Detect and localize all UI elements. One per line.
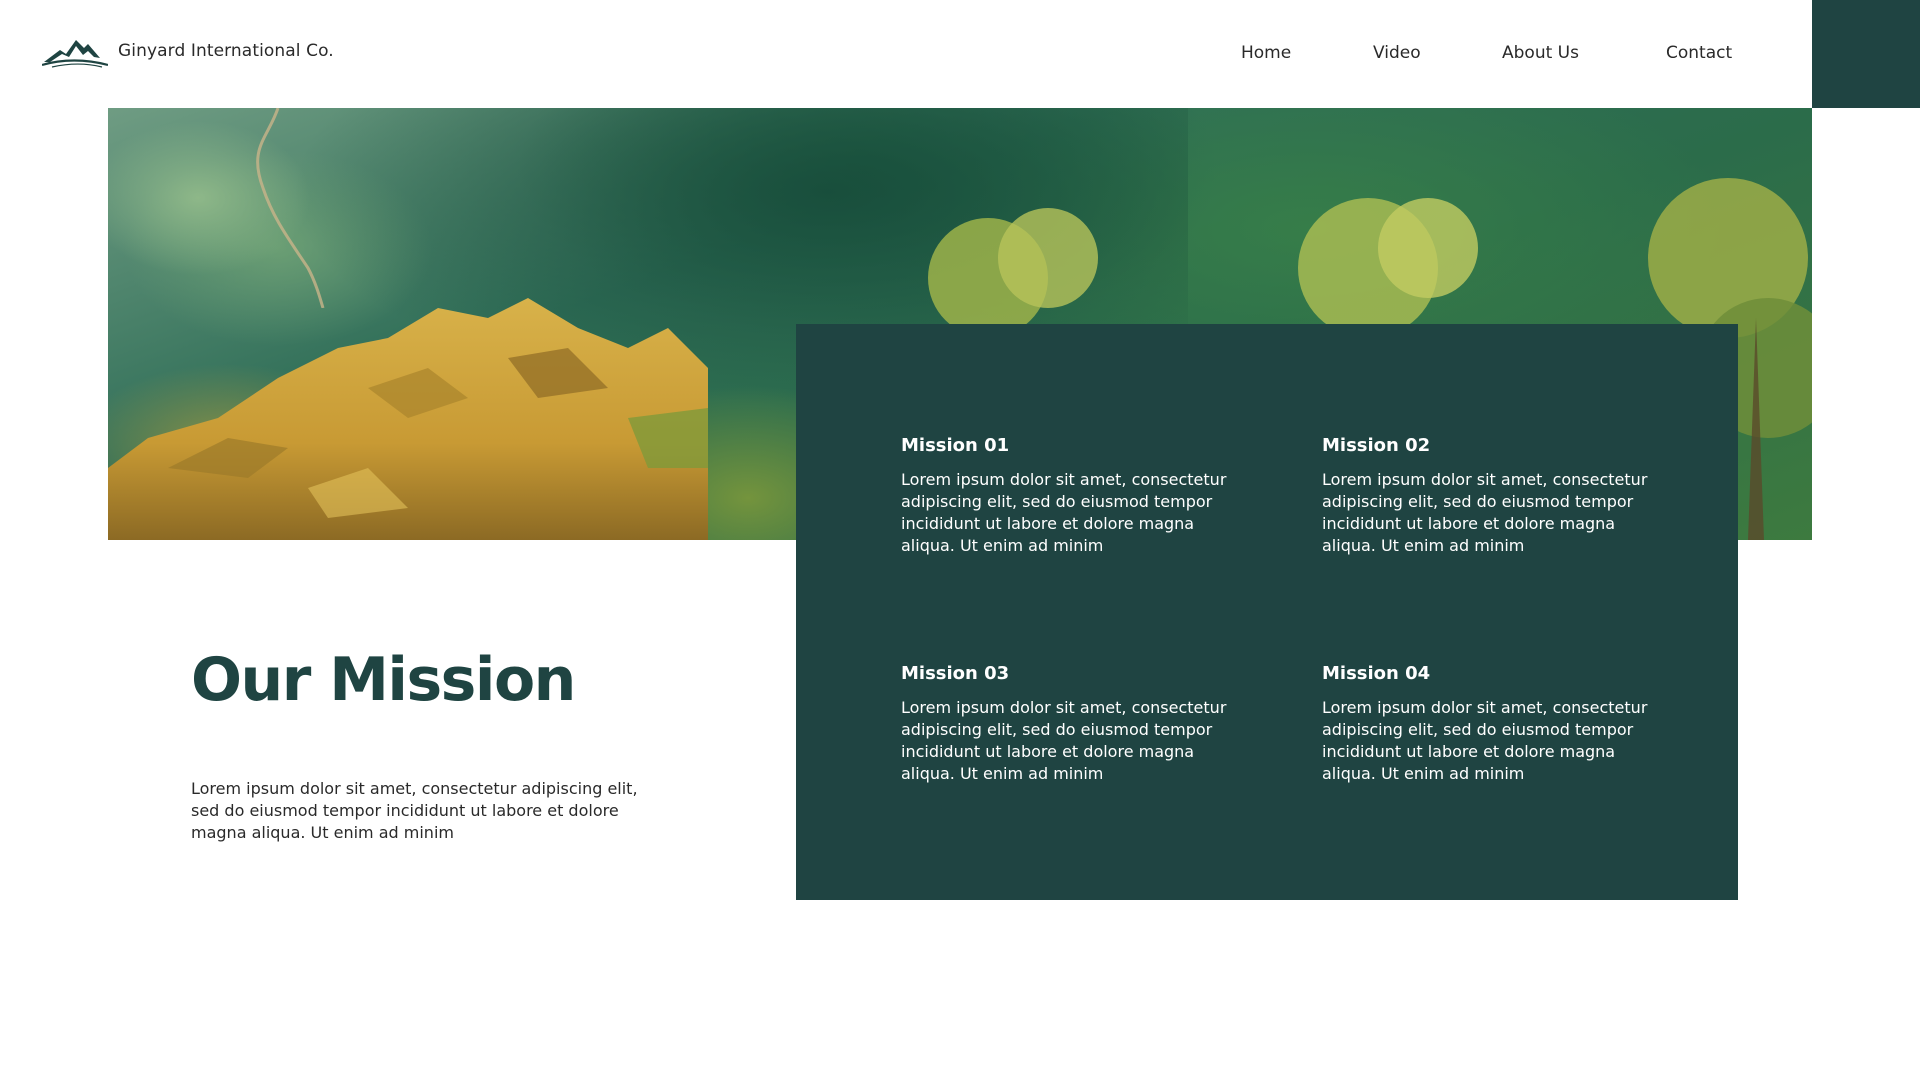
mission-card-04: Mission 04 Lorem ipsum dolor sit amet, c… xyxy=(1322,662,1652,785)
mission-card-01: Mission 01 Lorem ipsum dolor sit amet, c… xyxy=(901,434,1231,557)
intro-paragraph: Lorem ipsum dolor sit amet, consectetur … xyxy=(191,779,638,842)
missions-panel: Mission 01 Lorem ipsum dolor sit amet, c… xyxy=(796,324,1738,900)
nav-home[interactable]: Home xyxy=(1241,43,1291,63)
mission-title: Mission 03 xyxy=(901,663,1010,684)
mission-card-03: Mission 03 Lorem ipsum dolor sit amet, c… xyxy=(901,662,1231,785)
site-header: Ginyard International Co. Home Video Abo… xyxy=(0,0,1920,108)
nav-contact[interactable]: Contact xyxy=(1666,43,1732,63)
mission-text: Lorem ipsum dolor sit amet, consectetur … xyxy=(1322,698,1648,783)
mission-text: Lorem ipsum dolor sit amet, consectetur … xyxy=(901,470,1227,555)
rock-outcrop xyxy=(108,298,708,540)
page-title: Our Mission xyxy=(191,645,576,715)
mission-card-02: Mission 02 Lorem ipsum dolor sit amet, c… xyxy=(1322,434,1652,557)
main-nav: Home Video About Us Contact xyxy=(0,43,1920,67)
mission-title: Mission 01 xyxy=(901,435,1010,456)
corner-accent-block xyxy=(1812,0,1920,108)
mission-title: Mission 04 xyxy=(1322,663,1431,684)
mission-text: Lorem ipsum dolor sit amet, consectetur … xyxy=(901,698,1227,783)
page: Ginyard International Co. Home Video Abo… xyxy=(0,0,1920,1080)
nav-video[interactable]: Video xyxy=(1373,43,1421,63)
mission-text: Lorem ipsum dolor sit amet, consectetur … xyxy=(1322,470,1648,555)
mission-title: Mission 02 xyxy=(1322,435,1431,456)
nav-about-us[interactable]: About Us xyxy=(1502,43,1579,63)
